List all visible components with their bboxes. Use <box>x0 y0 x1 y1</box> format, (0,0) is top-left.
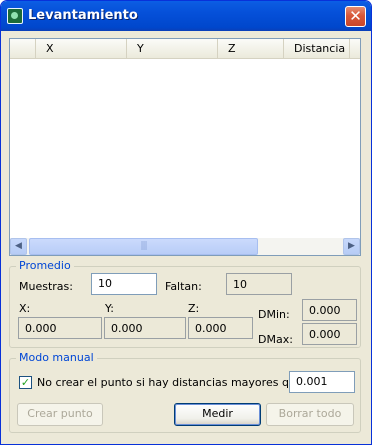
max-distance-checkbox[interactable]: ✓ <box>19 376 32 389</box>
dmin-value: 0.000 <box>302 299 357 321</box>
column-header-x[interactable]: X <box>36 39 127 58</box>
x-value: 0.000 <box>18 317 102 339</box>
max-distance-input[interactable]: 0.001 <box>289 371 355 393</box>
crear-punto-button[interactable]: Crear punto <box>17 403 103 426</box>
column-header-distancia[interactable]: Distancia <box>284 39 350 58</box>
faltan-label: Faltan: <box>165 280 202 293</box>
column-header-z[interactable]: Z <box>218 39 284 58</box>
column-header-y[interactable]: Y <box>127 39 218 58</box>
promedio-group-title: Promedio <box>16 259 74 272</box>
dmax-label: DMax: <box>258 333 293 346</box>
scroll-right-icon[interactable]: ▶ <box>343 238 360 255</box>
horizontal-scrollbar[interactable]: ◀ ||| ▶ <box>10 238 360 255</box>
y-label: Y: <box>105 302 114 315</box>
points-table[interactable]: X Y Z Distancia ◀ ||| ▶ <box>9 38 361 256</box>
scroll-thumb[interactable]: ||| <box>29 238 258 255</box>
scroll-left-icon[interactable]: ◀ <box>10 238 27 255</box>
levantamiento-window: Levantamiento ✕ X Y Z Distancia ◀ ||| ▶ … <box>0 0 372 445</box>
borrar-todo-button[interactable]: Borrar todo <box>266 403 354 426</box>
modo-manual-group-title: Modo manual <box>16 351 97 364</box>
medir-button[interactable]: Medir <box>174 403 261 426</box>
faltan-value: 10 <box>226 273 292 295</box>
app-icon <box>7 8 23 24</box>
muestras-input[interactable]: 10 <box>91 273 157 295</box>
dmax-value: 0.000 <box>302 323 357 345</box>
z-label: Z: <box>188 302 200 315</box>
max-distance-checkbox-label[interactable]: No crear el punto si hay distancias mayo… <box>37 376 306 389</box>
title-bar[interactable]: Levantamiento ✕ <box>1 1 371 31</box>
dmin-label: DMin: <box>258 308 290 321</box>
z-value: 0.000 <box>188 317 253 339</box>
close-button[interactable]: ✕ <box>345 6 366 27</box>
x-label: X: <box>19 302 31 315</box>
table-header: X Y Z Distancia <box>10 39 360 59</box>
column-header-index[interactable] <box>10 39 36 58</box>
promedio-group: Promedio Muestras: 10 Faltan: 10 X: Y: Z… <box>9 259 361 348</box>
y-value: 0.000 <box>104 317 186 339</box>
modo-manual-group: Modo manual ✓ No crear el punto si hay d… <box>9 351 361 433</box>
muestras-label: Muestras: <box>19 280 73 293</box>
window-title: Levantamiento <box>28 8 138 23</box>
